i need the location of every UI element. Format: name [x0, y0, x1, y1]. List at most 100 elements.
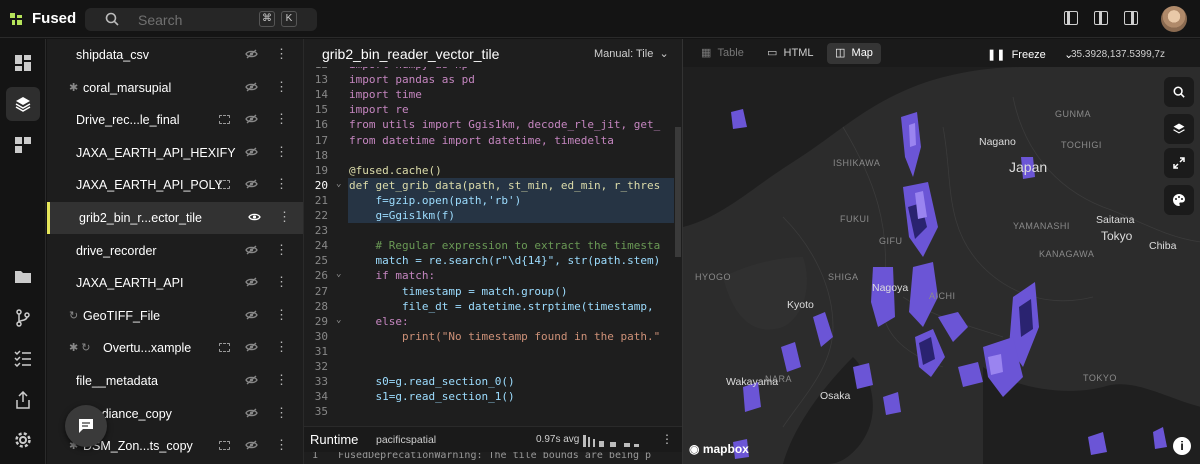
udf-menu-button[interactable]: ⋮ — [275, 177, 288, 191]
layout-left-panel-icon[interactable] — [1064, 11, 1078, 25]
hidden-eye-icon[interactable] — [245, 245, 258, 255]
editor-scrollbar[interactable] — [675, 127, 681, 257]
udf-name: JAXA_EARTH_API — [76, 276, 184, 291]
udf-list-item[interactable]: Drive_rec...le_final ⋮ — [47, 104, 303, 136]
hidden-eye-icon[interactable] — [245, 114, 258, 124]
tab-html[interactable]: ▭ HTML — [759, 43, 821, 64]
udf-menu-button[interactable]: ⋮ — [275, 340, 288, 354]
udf-menu-button[interactable]: ⋮ — [275, 79, 288, 94]
udf-menu-button[interactable]: ⋮ — [275, 275, 288, 289]
line-number: 14 — [314, 88, 328, 102]
hidden-eye-icon[interactable] — [245, 179, 258, 189]
map-label-gifu: GIFU — [879, 236, 903, 246]
map-icon: ◫ — [835, 47, 846, 59]
info-icon: i — [1180, 439, 1184, 453]
udf-list-item[interactable]: file__metadata ⋮ — [47, 365, 303, 397]
udf-list-item[interactable]: ✱ ↻ Overtu...xample ⋮ — [47, 332, 303, 364]
checklist-icon[interactable] — [14, 349, 32, 367]
chat-button[interactable] — [65, 405, 107, 447]
execution-mode-dropdown[interactable]: Manual: Tile ⌄ — [594, 47, 669, 60]
share-icon[interactable] — [14, 391, 32, 409]
expand-icon — [1173, 157, 1185, 169]
tab-map[interactable]: ◫ Map — [827, 43, 881, 64]
hidden-eye-icon[interactable] — [245, 408, 258, 418]
udf-list-item[interactable]: JAXA_EARTH_API_HEXIFY ⋮ — [47, 137, 303, 169]
layers-icon[interactable] — [14, 95, 32, 113]
map-style-button[interactable] — [1164, 185, 1194, 215]
git-branch-icon[interactable] — [14, 309, 32, 327]
fold-chevron-icon[interactable]: ⌄ — [336, 179, 341, 189]
settings-gear-icon[interactable] — [14, 431, 32, 449]
folder-add-icon[interactable] — [14, 267, 32, 285]
udf-list-item[interactable]: shipdata_csv ⋮ — [47, 39, 303, 71]
map-label-japan: Japan — [1009, 159, 1048, 175]
udf-menu-button[interactable]: ⋮ — [275, 144, 288, 159]
runtime-menu-button[interactable]: ⋮ — [661, 432, 673, 446]
map-layers-button[interactable] — [1164, 114, 1194, 144]
udf-menu-button[interactable]: ⋮ — [275, 438, 288, 452]
map-city-wakayama: Wakayama — [726, 376, 779, 388]
map-label-tochigi: TOCHIGI — [1061, 140, 1102, 150]
code-line: @fused.cache() — [349, 163, 442, 177]
layers-icon — [1173, 123, 1185, 134]
visible-eye-icon[interactable] — [248, 212, 261, 222]
tab-table[interactable]: ▦ Table — [693, 43, 752, 64]
hidden-eye-icon[interactable] — [245, 82, 258, 92]
layout-center-panel-icon[interactable] — [1094, 11, 1108, 25]
code-line: f=gzip.open(path,'rb') — [349, 193, 522, 207]
udf-list-item[interactable]: grib2_bin_r...ector_tile ⋮ — [47, 202, 303, 234]
udf-menu-button[interactable]: ⋮ — [275, 47, 288, 61]
map-search-button[interactable] — [1164, 77, 1194, 107]
udf-menu-button[interactable]: ⋮ — [278, 210, 291, 224]
search-box[interactable]: Search ⌘ K — [85, 8, 317, 31]
hidden-eye-icon[interactable] — [245, 310, 258, 320]
code-line: timestamp = match.group() — [349, 284, 568, 298]
freeze-button[interactable]: ❚❚ Freeze ⌄ — [987, 48, 1073, 61]
map-city-osaka: Osaka — [820, 390, 851, 402]
udf-menu-button[interactable]: ⋮ — [275, 307, 288, 322]
line-number: 22 — [314, 209, 328, 222]
hidden-eye-icon[interactable] — [245, 342, 258, 352]
hidden-eye-icon[interactable] — [245, 277, 258, 287]
line-number: 33 — [314, 375, 328, 389]
table-icon: ▦ — [701, 47, 712, 59]
udf-menu-button[interactable]: ⋮ — [275, 405, 288, 420]
shared-frame-icon — [219, 343, 230, 353]
app-logo[interactable]: Fused — [8, 10, 76, 27]
udf-menu-button[interactable]: ⋮ — [275, 112, 288, 126]
map-label-fukui: FUKUI — [840, 214, 870, 224]
udf-list-item[interactable]: ↻ GeoTIFF_File ⋮ — [47, 300, 303, 332]
udf-list-item[interactable]: JAXA_EARTH_API_POLY ⋮ — [47, 169, 303, 201]
line-number: 30 — [314, 329, 328, 343]
dashboard-icon[interactable] — [14, 54, 32, 72]
fold-chevron-icon[interactable]: ⌄ — [336, 269, 341, 279]
palette-icon — [1173, 194, 1185, 206]
udf-status-icons: ✱ ↻ — [69, 342, 91, 355]
udf-menu-button[interactable]: ⋮ — [275, 373, 288, 387]
map-fullscreen-button[interactable] — [1164, 148, 1194, 178]
udf-menu-button[interactable]: ⋮ — [275, 242, 288, 257]
freeze-label: Freeze — [1011, 49, 1046, 61]
code-line: s0=g.read_section_0() — [349, 375, 515, 389]
hidden-eye-icon[interactable] — [245, 440, 258, 450]
hidden-eye-icon[interactable] — [245, 375, 258, 385]
user-avatar[interactable] — [1161, 6, 1187, 32]
udf-list-item[interactable]: ✱ coral_marsupial ⋮ — [47, 72, 303, 104]
hidden-eye-icon[interactable] — [245, 147, 258, 157]
map-canvas[interactable] — [683, 67, 1200, 464]
code-line: if match: — [349, 269, 436, 283]
layout-right-panel-icon[interactable] — [1124, 11, 1138, 25]
info-button[interactable]: i — [1173, 437, 1191, 455]
code-area[interactable]: 12 import numpy as np 13 import pandas as p… — [304, 67, 682, 445]
line-number: 17 — [314, 133, 328, 147]
udf-title: grib2_bin_reader_vector_tile — [322, 46, 500, 62]
udf-list-item[interactable]: JAXA_EARTH_API ⋮ — [47, 267, 303, 299]
line-number: 12 — [304, 67, 328, 71]
fold-chevron-icon[interactable]: ⌄ — [336, 315, 341, 325]
udf-list-item[interactable]: drive_recorder ⋮ — [47, 235, 303, 267]
runtime-bar[interactable]: Runtime pacificspatial 0.97s avg ⋮ — [304, 426, 682, 452]
apps-icon[interactable] — [14, 136, 32, 154]
hidden-eye-icon[interactable] — [245, 49, 258, 59]
map-label-gunma: GUNMA — [1055, 109, 1091, 119]
top-bar: Fused Search ⌘ K — [0, 0, 1200, 38]
